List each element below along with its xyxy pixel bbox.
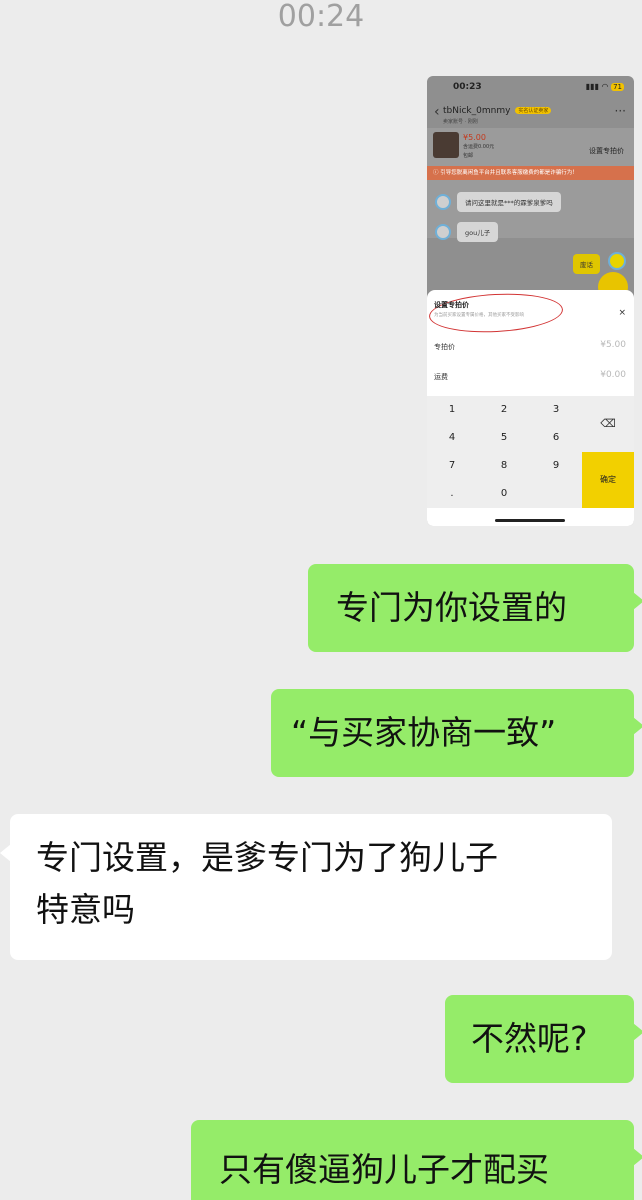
embedded-product-shipping: 含运费0.00元	[463, 144, 495, 150]
chat-message-outgoing[interactable]: 只有傻逼狗儿子才配买	[191, 1120, 642, 1200]
chat-message-text: 专门为你设置的	[336, 588, 567, 627]
keypad-key: 4	[448, 432, 456, 443]
status-bar-time: 00:24	[277, 0, 365, 34]
chat-message-outgoing[interactable]: “与买家协商一致”	[271, 689, 642, 777]
embedded-user-badge: 实名认证卖家	[515, 107, 552, 114]
embedded-message-text: gou儿子	[457, 222, 499, 242]
keypad-key: 1	[448, 404, 456, 415]
embedded-user-subtitle: 卖家账号 · 刚刚	[443, 119, 478, 125]
product-thumbnail	[433, 132, 459, 158]
chat-message-text: 不然呢?	[471, 1019, 588, 1058]
embedded-set-price-link: 设置专拍价	[589, 147, 624, 155]
chat-message-outgoing[interactable]: 不然呢?	[445, 995, 642, 1083]
keypad-key: 9	[552, 460, 560, 471]
embedded-keypad: 1 2 3 4 5 6 7 8 9 . 0 ⌫ 确定	[427, 396, 634, 508]
avatar	[435, 194, 451, 210]
embedded-message-1: 请问这里就是***的霖爹泉爹吗	[435, 192, 561, 212]
embedded-username-text: tbNick_0mnmy	[443, 106, 511, 116]
embedded-message-text: 请问这里就是***的霖爹泉爹吗	[457, 192, 561, 212]
keypad-key: .	[450, 488, 454, 499]
embedded-message-2: gou儿子	[435, 222, 499, 242]
avatar	[608, 252, 626, 270]
embedded-sheet-subtitle: 为当前买家设置专属价格，其他买家不受影响	[434, 313, 524, 318]
back-arrow-icon: ‹	[434, 104, 440, 120]
embedded-outgoing-message: 废话	[573, 254, 600, 274]
chat-message-incoming[interactable]: 专门设置，是爹专门为了狗儿子 特意吗	[0, 814, 612, 960]
keypad-key: 2	[500, 404, 508, 415]
embedded-username: tbNick_0mnmy 实名认证卖家	[443, 106, 552, 116]
more-icon: ···	[614, 104, 626, 118]
image-message-screenshot[interactable]: 00:23 ▮▮▮ ◠ 71 ‹ tbNick_0mnmy 实名认证卖家 卖家账…	[427, 76, 634, 526]
home-indicator	[495, 519, 565, 522]
embedded-price-value: ¥5.00	[600, 340, 626, 350]
avatar	[435, 224, 451, 240]
embedded-price-label: 专拍价	[434, 343, 455, 351]
embedded-warning-text: 引导您脱离闲鱼平台并且联系客服缴费的都是诈骗行为！	[440, 170, 578, 176]
keypad-key: 6	[552, 432, 560, 443]
chat-message-outgoing[interactable]: 专门为你设置的	[308, 564, 642, 652]
chat-message-text: 特意吗	[36, 890, 135, 929]
embedded-shipping-value: ¥0.00	[600, 370, 626, 380]
embedded-status-icons: ▮▮▮ ◠ 71	[586, 82, 624, 91]
delete-key-icon: ⌫	[600, 417, 616, 430]
chat-message-text: 只有傻逼狗儿子才配买	[219, 1150, 549, 1189]
keypad-key: 3	[552, 404, 560, 415]
confirm-key: 确定	[582, 452, 634, 508]
embedded-warning-banner: ⓘ 引导您脱离闲鱼平台并且联系客服缴费的都是诈骗行为！	[427, 166, 634, 180]
embedded-shipping-label: 运费	[434, 373, 448, 381]
embedded-product-price: ¥5.00	[463, 133, 486, 142]
chat-message-text: 专门设置，是爹专门为了狗儿子	[36, 838, 498, 877]
signal-icon: ▮▮▮	[585, 82, 599, 91]
keypad-key: 5	[500, 432, 508, 443]
embedded-status-time: 00:23	[453, 82, 482, 92]
embedded-product-note: 包邮	[463, 153, 474, 159]
battery-icon: 71	[611, 83, 624, 91]
chat-message-text: “与买家协商一致”	[291, 713, 557, 752]
embedded-price-sheet: 设置专拍价 为当前买家设置专属价格，其他买家不受影响 × 专拍价 ¥5.00 运…	[427, 290, 634, 526]
keypad-key: 8	[500, 460, 508, 471]
wifi-icon: ◠	[601, 82, 609, 91]
keypad-key: 7	[448, 460, 456, 471]
warning-icon: ⓘ	[433, 170, 439, 176]
embedded-sheet-title: 设置专拍价	[434, 301, 469, 309]
close-icon: ×	[618, 308, 626, 318]
keypad-key: 0	[500, 488, 508, 499]
